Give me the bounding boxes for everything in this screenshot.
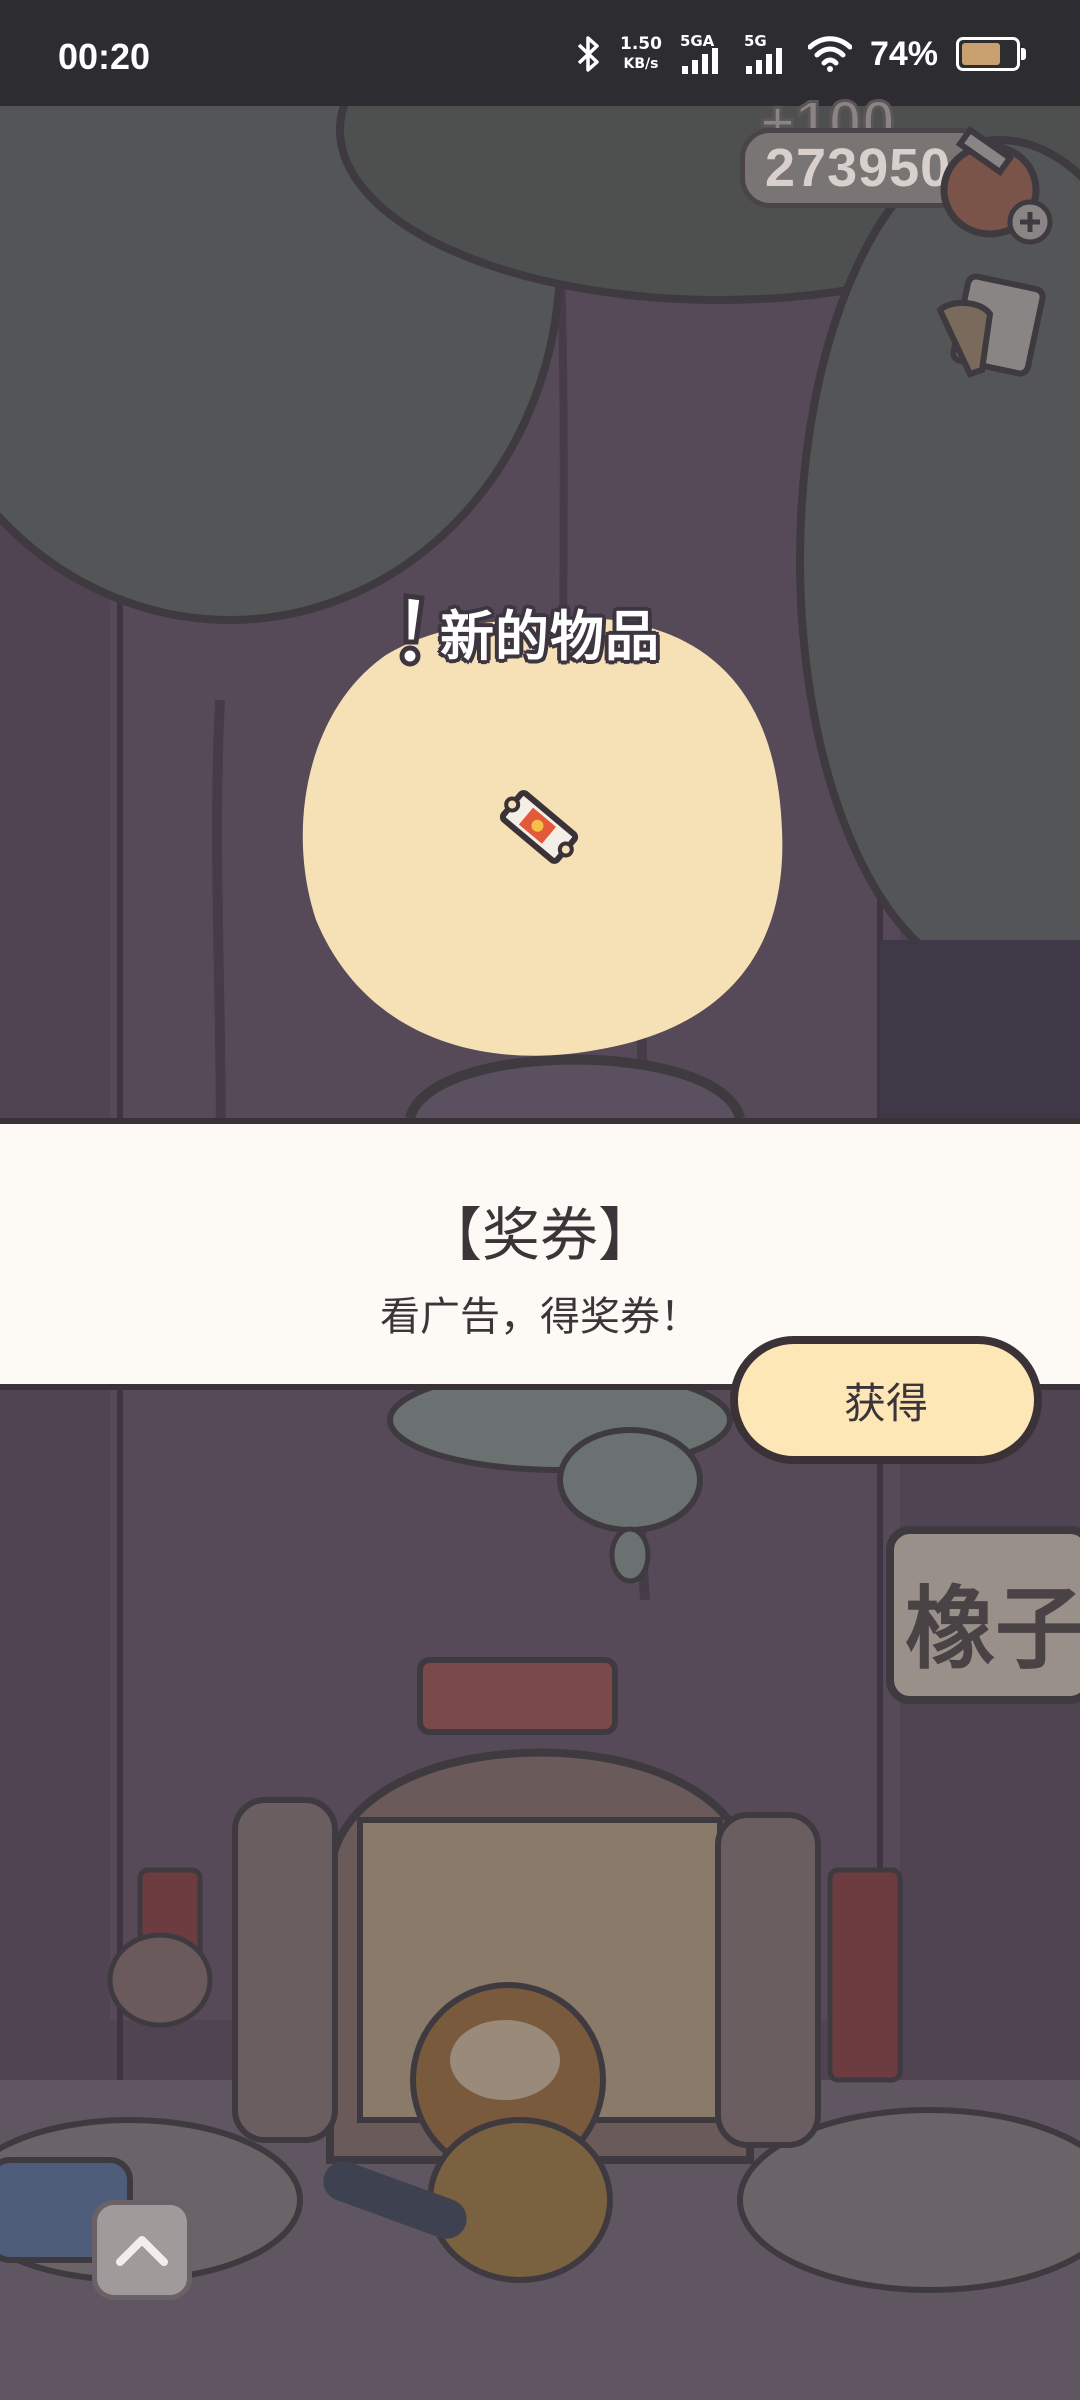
chevron-up-icon xyxy=(116,2236,168,2266)
network-speed: 1.50 KB/s xyxy=(620,34,662,74)
ticket-icon xyxy=(499,790,579,864)
shop-sign-text: 橡子 xyxy=(905,1577,1080,1682)
exclamation-icon xyxy=(399,593,425,667)
item-name: 【奖券】 xyxy=(423,1201,656,1269)
item-description: 看广告，得奖券！ xyxy=(380,1294,700,1340)
get-button-label: 获得 xyxy=(843,1378,928,1428)
battery-icon xyxy=(956,37,1026,71)
wifi-icon xyxy=(807,36,852,72)
battery-percent: 74% xyxy=(869,34,938,73)
bluetooth-icon xyxy=(577,36,599,72)
get-button[interactable]: 获得 xyxy=(730,1336,1042,1464)
network-speed-unit: KB/s xyxy=(623,56,659,72)
status-bar: 00:20 1.50 KB/s 5GA 5G 74% xyxy=(0,0,1080,106)
expand-up-button[interactable] xyxy=(92,2200,192,2300)
game-screen: 橡子 新的物品 00:20 1.50 KB/s 5GA 5G 74% +100 … xyxy=(0,0,1080,2400)
status-icons: 1.50 KB/s 5GA 5G 74% xyxy=(576,24,1026,84)
battery-fill xyxy=(962,43,1000,65)
new-item-title: 新的物品 xyxy=(440,605,660,668)
clipboard-icon[interactable] xyxy=(930,270,1060,390)
sim2-signal-icon: 5G xyxy=(744,32,790,76)
network-speed-value: 1.50 xyxy=(619,34,662,54)
sim1-signal-icon: 5GA xyxy=(680,32,726,76)
acorn-add-icon[interactable] xyxy=(930,100,1060,250)
status-time: 00:20 xyxy=(58,36,151,77)
